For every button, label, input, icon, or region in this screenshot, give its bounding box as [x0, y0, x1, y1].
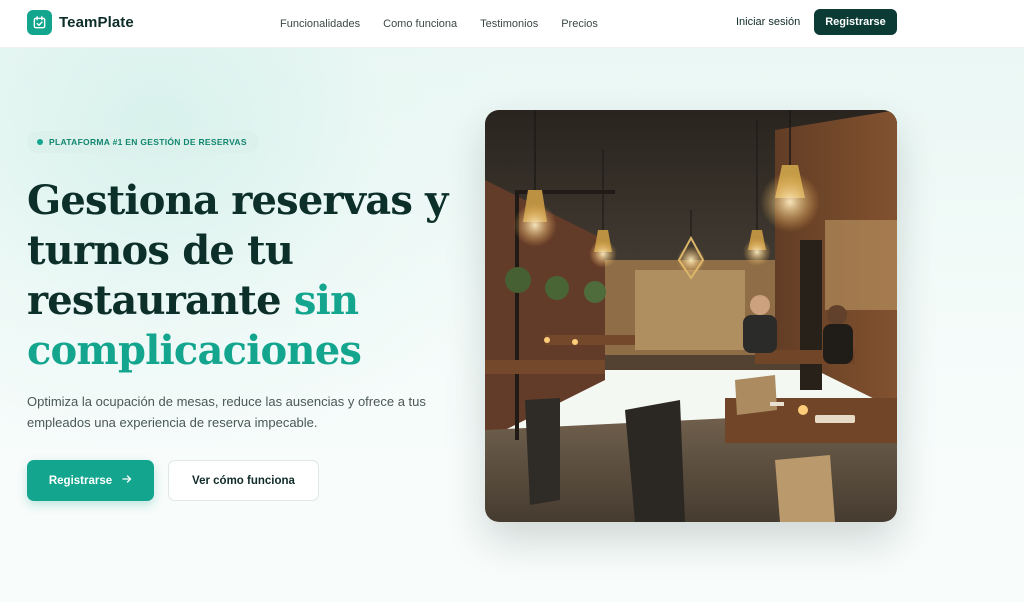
signup-cta-button[interactable]: Registrarse: [27, 460, 154, 501]
restaurant-photo: [485, 110, 897, 522]
main-nav: Funcionalidades Como funciona Testimonio…: [280, 0, 621, 48]
brand-logo[interactable]: TeamPlate: [27, 10, 134, 35]
hero-badge: PLATAFORMA #1 EN GESTIÓN DE RESERVAS: [27, 131, 259, 153]
hero-title-line-1: Gestiona reservas y: [27, 177, 448, 224]
brand-name: TeamPlate: [59, 14, 134, 31]
nav-link-como-funciona[interactable]: Como funciona: [383, 18, 457, 30]
hero-title-line-2: turnos de tu: [27, 227, 294, 274]
hero-title-line-3: restaurante: [27, 277, 282, 324]
nav-link-funcionalidades[interactable]: Funcionalidades: [280, 18, 360, 30]
top-navbar: TeamPlate Funcionalidades Como funciona …: [0, 0, 1024, 48]
signup-cta-label: Registrarse: [48, 474, 113, 487]
hero-title-accent-2: complicaciones: [27, 327, 362, 374]
signup-button-header[interactable]: Registrarse: [814, 9, 897, 35]
nav-link-precios[interactable]: Precios: [561, 18, 598, 30]
arrow-right-icon: [122, 474, 132, 487]
hero-subtitle: Optimiza la ocupación de mesas, reduce l…: [27, 394, 426, 430]
calendar-check-icon: [27, 10, 52, 35]
login-link[interactable]: Iniciar sesión: [736, 16, 800, 28]
badge-dot-icon: [37, 139, 43, 145]
see-how-it-works-button[interactable]: Ver cómo funciona: [168, 460, 319, 501]
hero-title: Gestiona reservas y turnos de tu restaur…: [27, 176, 467, 376]
hero-title-accent-1: sin: [293, 277, 359, 324]
badge-text: PLATAFORMA #1 EN GESTIÓN DE RESERVAS: [49, 137, 247, 147]
nav-link-testimonios[interactable]: Testimonios: [480, 18, 538, 30]
